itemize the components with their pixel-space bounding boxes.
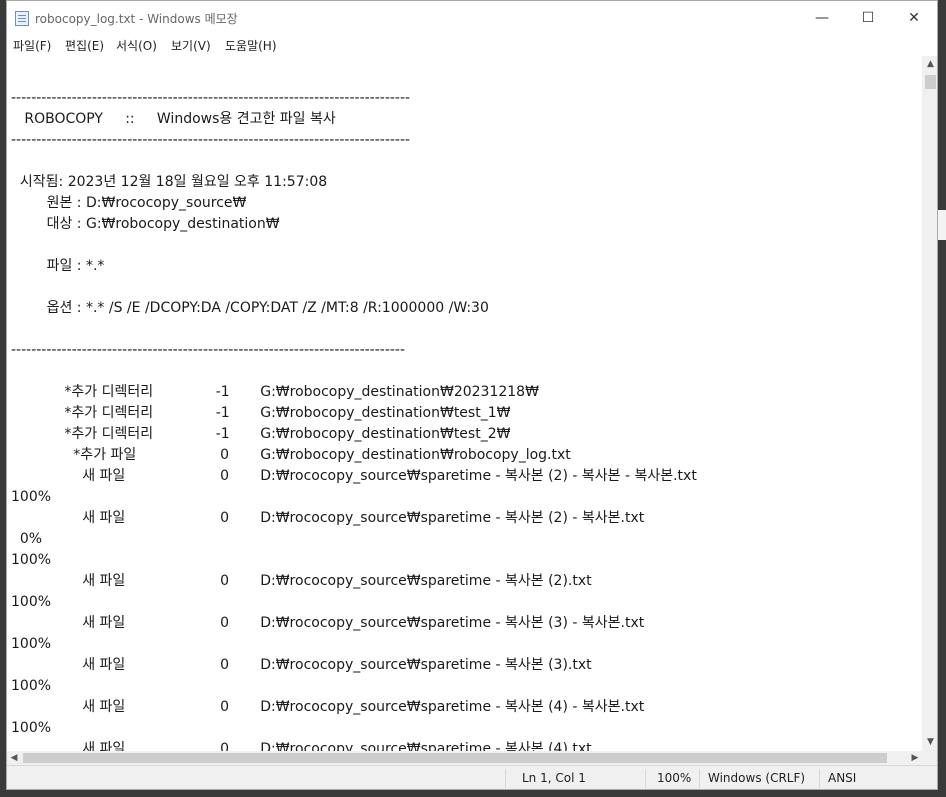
text-line[interactable]: 파일 : *.*	[11, 258, 105, 274]
text-line[interactable]: 새 파일 0 D:₩rococopy_source₩sparetime - 복사…	[11, 741, 591, 751]
background-window-edge	[938, 210, 946, 240]
text-line[interactable]: 새 파일 0 D:₩rococopy_source₩sparetime - 복사…	[11, 573, 591, 589]
menu-view[interactable]: 보기(V)	[171, 37, 211, 54]
text-line[interactable]: *추가 디렉터리 -1 G:₩robocopy_destination₩2023…	[11, 384, 539, 400]
scroll-up-icon[interactable]: ▲	[922, 56, 937, 73]
scroll-down-icon[interactable]: ▼	[922, 734, 937, 751]
text-line[interactable]: 원본 : D:₩rococopy_source₩	[11, 195, 247, 211]
text-line[interactable]: 100%	[11, 489, 51, 505]
text-line[interactable]: 100%	[11, 636, 51, 652]
menu-bar: 파일(F) 편집(E) 서식(O) 보기(V) 도움말(H)	[7, 35, 937, 55]
scroll-right-icon[interactable]: ▶	[908, 751, 922, 765]
notepad-icon	[15, 11, 29, 26]
status-line-ending: Windows (CRLF)	[708, 771, 806, 785]
text-line[interactable]: 0%	[11, 531, 42, 547]
text-line[interactable]: 새 파일 0 D:₩rococopy_source₩sparetime - 복사…	[11, 468, 697, 484]
status-divider	[819, 769, 820, 788]
horizontal-scrollbar[interactable]: ◀ ▶	[7, 751, 922, 765]
status-encoding: ANSI	[828, 771, 857, 785]
text-line[interactable]: 새 파일 0 D:₩rococopy_source₩sparetime - 복사…	[11, 510, 644, 526]
text-line[interactable]: 새 파일 0 D:₩rococopy_source₩sparetime - 복사…	[11, 657, 591, 673]
text-line[interactable]: 옵션 : *.* /S /E /DCOPY:DA /COPY:DAT /Z /M…	[11, 300, 489, 316]
title-bar[interactable]: robocopy_log.txt - Windows 메모장 — ☐ ✕	[7, 1, 937, 35]
text-line[interactable]: ----------------------------------------…	[11, 132, 410, 148]
text-line[interactable]: *추가 디렉터리 -1 G:₩robocopy_destination₩test…	[11, 426, 510, 442]
window-title: robocopy_log.txt - Windows 메모장	[35, 12, 238, 26]
text-line[interactable]: 100%	[11, 678, 51, 694]
menu-file[interactable]: 파일(F)	[13, 37, 51, 54]
text-line[interactable]: ----------------------------------------…	[11, 342, 405, 358]
text-editor[interactable]: ----------------------------------------…	[7, 56, 922, 751]
scroll-left-icon[interactable]: ◀	[7, 751, 21, 765]
vertical-scroll-thumb[interactable]	[925, 75, 936, 89]
text-line[interactable]: 새 파일 0 D:₩rococopy_source₩sparetime - 복사…	[11, 615, 644, 631]
text-line[interactable]: 대상 : G:₩robocopy_destination₩	[11, 216, 280, 232]
close-button[interactable]: ✕	[891, 1, 937, 35]
status-cursor-position: Ln 1, Col 1	[522, 771, 586, 785]
text-line[interactable]: 새 파일 0 D:₩rococopy_source₩sparetime - 복사…	[11, 699, 644, 715]
minimize-button[interactable]: —	[799, 1, 845, 35]
document-text[interactable]: ----------------------------------------…	[11, 67, 916, 751]
status-divider	[699, 769, 700, 788]
horizontal-scroll-thumb[interactable]	[23, 753, 887, 763]
status-divider	[505, 769, 506, 788]
text-line[interactable]: ROBOCOPY :: Windows용 견고한 파일 복사	[11, 111, 335, 127]
menu-edit[interactable]: 편집(E)	[65, 37, 104, 54]
status-divider	[645, 769, 646, 788]
status-bar: Ln 1, Col 1 100% Windows (CRLF) ANSI	[7, 765, 937, 789]
menu-format[interactable]: 서식(O)	[116, 37, 157, 54]
text-line[interactable]: ----------------------------------------…	[11, 90, 410, 106]
text-line[interactable]: 100%	[11, 720, 51, 736]
notepad-window: robocopy_log.txt - Windows 메모장 — ☐ ✕ 파일(…	[6, 0, 938, 790]
vertical-scrollbar[interactable]: ▲ ▼	[922, 56, 937, 751]
text-line[interactable]: 100%	[11, 552, 51, 568]
menu-help[interactable]: 도움말(H)	[225, 37, 277, 54]
scrollbar-corner	[922, 751, 937, 765]
text-line[interactable]: *추가 디렉터리 -1 G:₩robocopy_destination₩test…	[11, 405, 510, 421]
status-zoom: 100%	[657, 771, 692, 785]
maximize-button[interactable]: ☐	[845, 1, 891, 35]
text-line[interactable]: 100%	[11, 594, 51, 610]
text-line[interactable]: *추가 파일 0 G:₩robocopy_destination₩robocop…	[11, 447, 570, 463]
text-line[interactable]: 시작됨: 2023년 12월 18일 월요일 오후 11:57:08	[11, 174, 327, 190]
